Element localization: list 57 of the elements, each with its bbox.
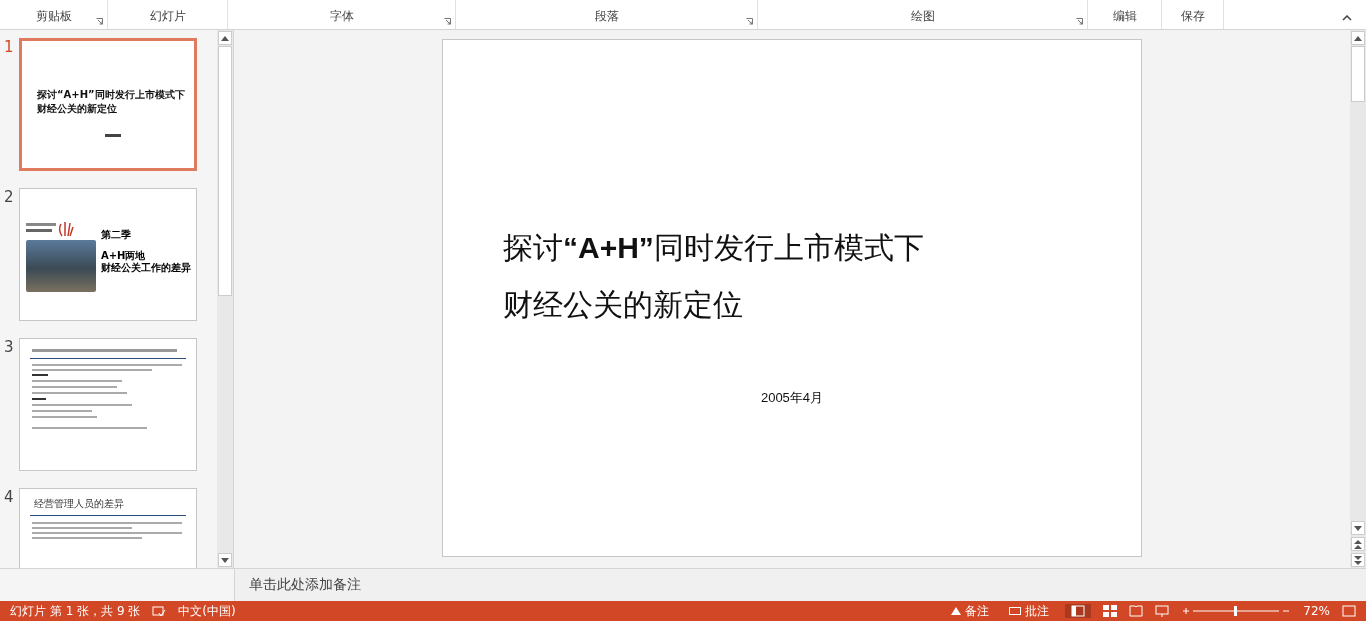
ribbon-group-label: 字体 [329,8,354,25]
zoom-slider-drawing[interactable] [1181,605,1292,617]
ribbon-group-label: 剪贴板 [35,8,72,25]
slide-counter: 幻灯片 第 1 张，共 9 张 [10,602,141,620]
scrollbar[interactable] [1350,30,1366,568]
slide-number: 3 [4,338,15,358]
notes-button[interactable]: 备注 [947,601,994,621]
thumbnail-title: 财经公关的新定位 [37,102,118,116]
date-text-drawing [105,134,121,137]
dialog-launcher-icon[interactable] [746,18,753,25]
scroll-up-icon[interactable] [1351,31,1365,45]
thumbnail-text: 财经公关工作的差异 [101,262,191,274]
thumbnail-title: 探讨“A+H”同时发行上市模式下 [37,88,186,102]
logo-drawing [26,221,74,237]
scrollbar-thumb[interactable] [218,46,232,296]
collapse-ribbon-icon[interactable] [1342,15,1352,21]
normal-view-icon[interactable] [1065,604,1092,618]
slide-sorter-icon[interactable] [1103,605,1118,617]
slide-title: 探讨“A+H”同时发行上市模式下 [503,229,925,267]
scroll-down-icon[interactable] [218,553,232,567]
ribbon-group-label: 绘图 [910,8,935,25]
reading-view-icon[interactable] [1129,605,1144,617]
scrollbar[interactable] [217,30,233,568]
zoom-level[interactable]: 72% [1303,604,1330,618]
slideshow-icon[interactable] [1155,605,1170,617]
ribbon-group-label: 保存 [1180,8,1205,25]
triangle-icon [951,607,962,615]
dialog-launcher-icon[interactable] [96,18,103,25]
thumbnail-text: A+H两地 [101,250,147,262]
comments-button[interactable]: 批注 [1005,601,1054,621]
ribbon-group-label: 编辑 [1112,8,1137,25]
thumbnail-heading: 第二季 [101,228,132,242]
dialog-launcher-icon[interactable] [1076,18,1083,25]
slide-thumbnail[interactable]: 第二季 A+H两地 财经公关工作的差异 [19,188,197,321]
notes-field[interactable]: 单击此处添加备注 [249,576,361,594]
spell-check-icon[interactable] [152,605,167,617]
scrollbar-thumb[interactable] [1351,46,1365,102]
slide-number: 4 [4,488,15,508]
slide-title: 财经公关的新定位 [503,286,744,324]
slide-thumbnail[interactable]: 经营管理人员的差异 [19,488,197,568]
previous-slide-icon[interactable] [1351,537,1365,551]
next-slide-icon[interactable] [1351,553,1365,567]
dialog-launcher-icon[interactable] [444,18,451,25]
slide-date: 2005年4月 [760,389,824,407]
thumbnail-heading: 经营管理人员的差异 [34,497,125,511]
slide-number: 2 [4,188,15,208]
slide-thumbnail[interactable]: 探讨“A+H”同时发行上市模式下 财经公关的新定位 [19,38,197,171]
slide-thumbnail[interactable] [19,338,197,471]
scroll-down-icon[interactable] [1351,521,1365,535]
fit-slide-icon[interactable] [1342,605,1356,617]
slide-number: 1 [4,38,15,58]
comment-icon [1009,606,1022,616]
ribbon-group-label: 幻灯片 [149,8,186,25]
photo-placeholder [26,240,96,292]
scroll-up-icon[interactable] [218,31,232,45]
language-indicator[interactable]: 中文(中国) [178,602,236,620]
ribbon-group-label: 段落 [594,8,619,25]
